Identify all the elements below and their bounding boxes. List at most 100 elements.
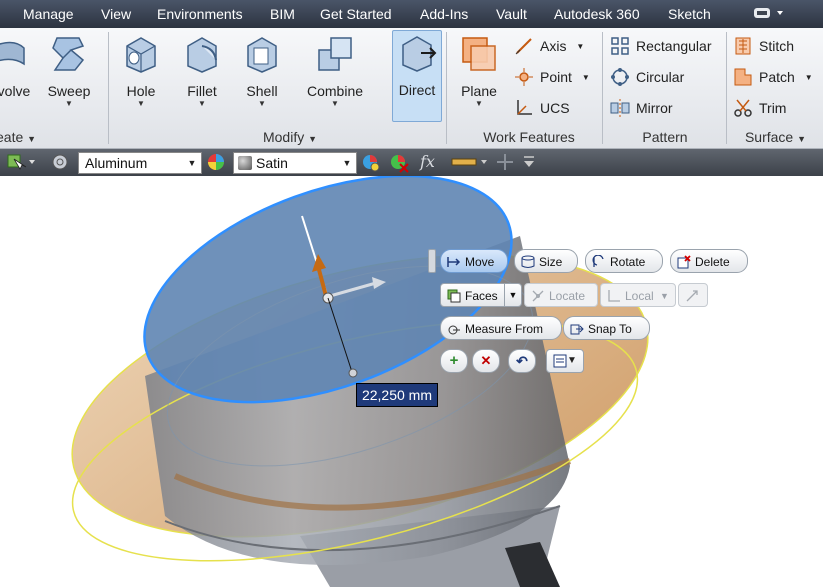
delete-button[interactable]: Delete bbox=[670, 249, 748, 273]
undo-button[interactable]: ↶ bbox=[508, 349, 536, 373]
size-icon bbox=[521, 255, 535, 268]
plane-icon bbox=[462, 37, 496, 71]
faces-label: Faces bbox=[465, 288, 498, 303]
direct-edit-icon bbox=[402, 36, 437, 72]
combine-dropdown-icon[interactable]: ▼ bbox=[302, 99, 368, 108]
shell-dropdown-icon[interactable]: ▼ bbox=[240, 99, 284, 108]
surface-panel-title-text: Surface bbox=[744, 129, 794, 145]
circular-pattern-button[interactable]: Circular bbox=[610, 67, 684, 89]
faces-selector[interactable]: Faces ▼ bbox=[440, 283, 522, 307]
direct-button[interactable]: Direct bbox=[392, 30, 442, 122]
shell-icon bbox=[247, 37, 277, 73]
create-panel-title-text: eate bbox=[0, 129, 24, 145]
minitoolbar-grip[interactable] bbox=[428, 249, 436, 273]
options-menu-button[interactable]: ▼ bbox=[546, 349, 584, 373]
move-button[interactable]: Move bbox=[440, 249, 508, 273]
options-list-icon bbox=[553, 354, 567, 368]
chevron-down-icon[interactable]: ▼ bbox=[504, 284, 521, 306]
panel-divider bbox=[602, 32, 603, 144]
adjust-appearance-icon[interactable] bbox=[360, 153, 382, 173]
axis-icon bbox=[515, 38, 532, 55]
distance-input[interactable]: 22,250 mm bbox=[356, 383, 438, 407]
menu-view[interactable]: View bbox=[101, 6, 131, 22]
plane-label: Plane bbox=[461, 83, 497, 99]
menu-sketch[interactable]: Sketch bbox=[668, 6, 711, 22]
fillet-button[interactable]: Fillet ▼ bbox=[180, 34, 224, 108]
parameters-fx-button[interactable]: fx bbox=[420, 152, 444, 172]
menu-get-started[interactable]: Get Started bbox=[320, 6, 392, 22]
menu-bim[interactable]: BIM bbox=[270, 6, 295, 22]
combine-label: Combine bbox=[306, 83, 364, 99]
select-filter-icon[interactable] bbox=[6, 153, 36, 171]
model-view[interactable] bbox=[0, 176, 823, 587]
rotate-button[interactable]: Rotate bbox=[585, 249, 663, 273]
surface-panel-title[interactable]: Surface ▼ bbox=[728, 129, 823, 147]
move-icon bbox=[447, 256, 461, 267]
menu-vault[interactable]: Vault bbox=[496, 6, 527, 22]
ucs-button[interactable]: UCS bbox=[514, 98, 570, 120]
material-sphere-icon[interactable] bbox=[50, 153, 70, 171]
circular-pattern-icon bbox=[611, 68, 629, 86]
fillet-label: Fillet bbox=[187, 83, 217, 99]
delete-icon bbox=[677, 255, 691, 269]
combine-button[interactable]: Combine ▼ bbox=[302, 34, 368, 108]
local-select[interactable]: Local ▼ bbox=[600, 283, 676, 307]
plane-button[interactable]: Plane ▼ bbox=[456, 34, 502, 108]
menu-autodesk-360[interactable]: Autodesk 360 bbox=[554, 6, 640, 22]
appearance-select[interactable]: Satin ▼ bbox=[233, 152, 357, 174]
locate-button[interactable]: Locate bbox=[524, 283, 598, 307]
satin-swatch-icon bbox=[238, 156, 252, 170]
sweep-dropdown-icon[interactable]: ▼ bbox=[46, 99, 92, 108]
trim-button[interactable]: Trim bbox=[733, 98, 786, 120]
size-button[interactable]: Size bbox=[514, 249, 578, 273]
plane-dropdown-icon[interactable]: ▼ bbox=[456, 99, 502, 108]
ribbon: volve Sweep ▼ eate ▼ Hole ▼ Fillet ▼ bbox=[0, 28, 823, 149]
point-button[interactable]: Point ▼ bbox=[514, 67, 590, 89]
graphics-viewport[interactable] bbox=[0, 176, 823, 587]
sweep-button[interactable]: Sweep ▼ bbox=[46, 34, 92, 108]
circular-label: Circular bbox=[636, 69, 685, 85]
menu-environments[interactable]: Environments bbox=[157, 6, 243, 22]
reorient-icon bbox=[686, 290, 698, 302]
rectangular-label: Rectangular bbox=[636, 38, 712, 54]
revolve-button[interactable]: volve bbox=[0, 34, 34, 99]
measure-from-button[interactable]: Measure From bbox=[440, 316, 562, 340]
fillet-dropdown-icon[interactable]: ▼ bbox=[180, 99, 224, 108]
apply-button[interactable]: + bbox=[440, 349, 468, 373]
local-icon bbox=[608, 289, 620, 302]
work-features-panel-title: Work Features bbox=[456, 129, 602, 147]
rectangular-pattern-icon bbox=[611, 37, 629, 55]
chevron-down-icon: ▼ bbox=[187, 158, 197, 168]
rectangular-pattern-button[interactable]: Rectangular bbox=[610, 36, 712, 58]
revolve-label: volve bbox=[0, 83, 31, 99]
plus-icon: + bbox=[449, 352, 459, 369]
property-bar: Aluminum ▼ Satin ▼ fx bbox=[0, 149, 823, 176]
reorient-button[interactable] bbox=[678, 283, 708, 307]
hole-dropdown-icon[interactable]: ▼ bbox=[120, 99, 162, 108]
appearance-color-wheel-icon[interactable] bbox=[205, 152, 227, 172]
measure-from-label: Measure From bbox=[465, 321, 544, 336]
shell-button[interactable]: Shell ▼ bbox=[240, 34, 284, 108]
ribbon-display-icon[interactable] bbox=[752, 6, 788, 20]
measure-icon[interactable] bbox=[450, 153, 492, 171]
stitch-label: Stitch bbox=[759, 38, 795, 54]
locate-label: Locate bbox=[549, 288, 586, 303]
menu-manage[interactable]: Manage bbox=[23, 6, 74, 22]
material-select[interactable]: Aluminum ▼ bbox=[78, 152, 202, 174]
create-panel-title[interactable]: eate ▼ bbox=[0, 129, 46, 147]
stitch-button[interactable]: Stitch bbox=[733, 36, 794, 58]
customize-toolbar-icon[interactable] bbox=[522, 155, 536, 169]
patch-button[interactable]: Patch ▼ bbox=[733, 67, 813, 89]
axis-button[interactable]: Axis ▼ bbox=[514, 36, 584, 58]
modify-panel-title[interactable]: Modify ▼ bbox=[230, 129, 350, 147]
menu-add-ins[interactable]: Add-Ins bbox=[420, 6, 468, 22]
trim-label: Trim bbox=[759, 100, 787, 116]
size-label: Size bbox=[539, 254, 563, 269]
clear-appearance-icon[interactable] bbox=[388, 153, 410, 173]
ucs-label: UCS bbox=[540, 100, 570, 116]
mirror-button[interactable]: Mirror bbox=[610, 98, 673, 120]
cancel-button[interactable]: ✕ bbox=[472, 349, 500, 373]
snap-to-button[interactable]: Snap To bbox=[563, 316, 650, 340]
hole-button[interactable]: Hole ▼ bbox=[120, 34, 162, 108]
panel-divider bbox=[726, 32, 727, 144]
